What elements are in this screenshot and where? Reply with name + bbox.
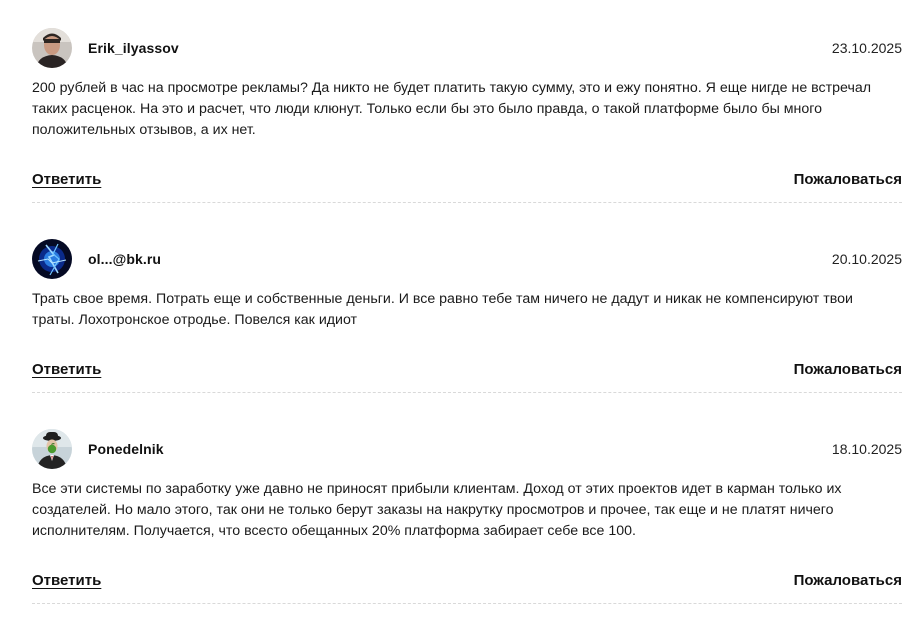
reply-button[interactable]: Ответить	[32, 361, 101, 378]
comment-author: Erik_ilyassov	[88, 40, 179, 56]
comment-actions: Ответить Пожаловаться	[32, 570, 902, 603]
reply-button[interactable]: Ответить	[32, 572, 101, 589]
comment-header: Ponedelnik 18.10.2025	[32, 429, 902, 469]
comment-date: 23.10.2025	[831, 40, 902, 56]
report-button[interactable]: Пожаловаться	[794, 361, 902, 378]
blue-lightning-avatar[interactable]	[32, 239, 72, 279]
comment-actions: Ответить Пожаловаться	[32, 169, 902, 202]
comment-date: 18.10.2025	[831, 441, 902, 457]
comment-date: 20.10.2025	[831, 251, 902, 267]
comment-item: Erik_ilyassov 23.10.2025 200 рублей в ча…	[32, 28, 902, 203]
comment-item: ol...@bk.ru 20.10.2025 Трать свое время.…	[32, 239, 902, 393]
bowler-hat-man-avatar[interactable]	[32, 429, 72, 469]
comment-item: Ponedelnik 18.10.2025 Все эти системы по…	[32, 429, 902, 604]
comment-text: 200 рублей в час на просмотре рекламы? Д…	[32, 80, 872, 138]
report-button[interactable]: Пожаловаться	[794, 572, 902, 589]
comment-text: Все эти системы по заработку уже давно н…	[32, 481, 842, 539]
comment-author: ol...@bk.ru	[88, 251, 162, 267]
comment-author: Ponedelnik	[88, 441, 164, 457]
comment-header: ol...@bk.ru 20.10.2025	[32, 239, 902, 279]
comment-text: Трать свое время. Потрать еще и собствен…	[32, 291, 853, 328]
comments-list: Erik_ilyassov 23.10.2025 200 рублей в ча…	[32, 0, 902, 604]
report-button[interactable]: Пожаловаться	[794, 171, 902, 188]
comment-actions: Ответить Пожаловаться	[32, 359, 902, 392]
user-photo-avatar[interactable]	[32, 28, 72, 68]
reply-button[interactable]: Ответить	[32, 171, 101, 188]
comment-header: Erik_ilyassov 23.10.2025	[32, 28, 902, 68]
